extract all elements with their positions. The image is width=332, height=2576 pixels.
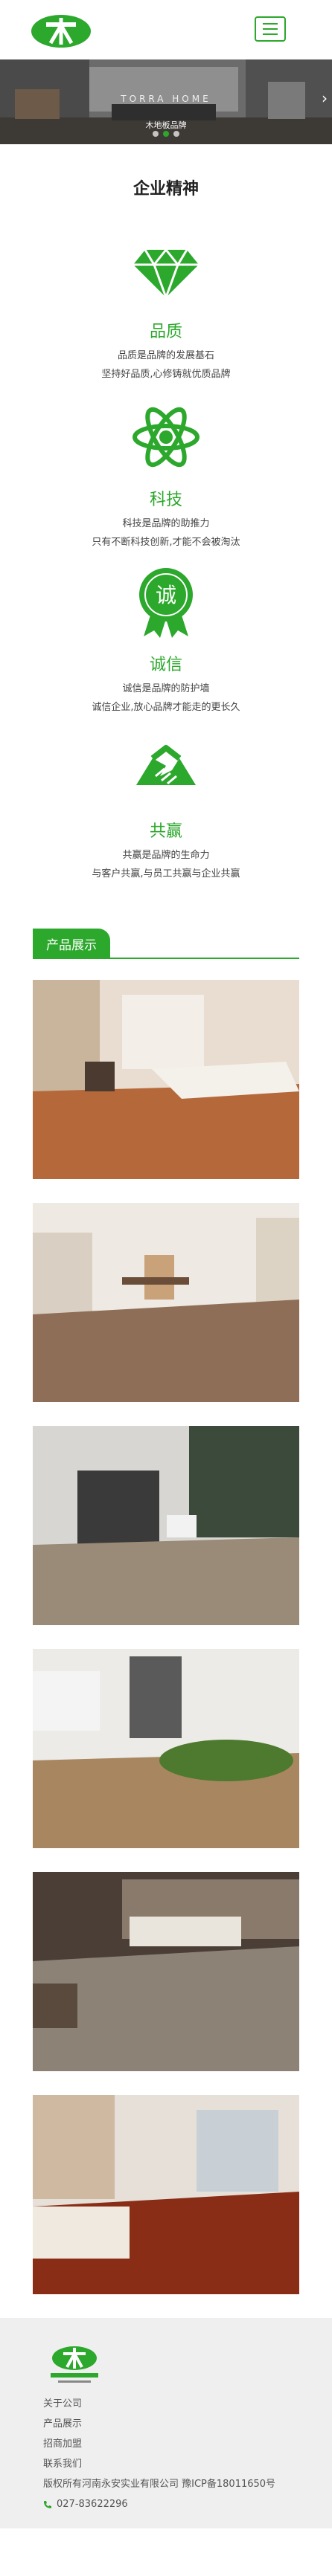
phone-icon bbox=[44, 2500, 51, 2508]
footer-phone-number: 027-83622296 bbox=[57, 2499, 128, 2510]
menu-icon-bar bbox=[263, 33, 278, 35]
footer: 关于公司 产品展示 招商加盟 联系我们 版权所有河南永安实业有限公司 豫ICP备… bbox=[0, 2318, 332, 2528]
products-title[interactable]: 产品展示 bbox=[33, 929, 110, 959]
value-win-win: 共赢 共赢是品牌的生命力 与客户共赢,与员工共赢与企业共赢 bbox=[0, 733, 332, 879]
carousel-dot[interactable] bbox=[173, 131, 179, 137]
product-list bbox=[33, 980, 299, 2294]
footer-link-about[interactable]: 关于公司 bbox=[43, 2394, 332, 2414]
footer-links: 关于公司 产品展示 招商加盟 联系我们 版权所有河南永安实业有限公司 豫ICP备… bbox=[43, 2394, 332, 2494]
value-title: 科技 bbox=[149, 491, 182, 509]
banner-subtitle: 木地板品牌 bbox=[145, 120, 187, 130]
value-title: 诚信 bbox=[149, 656, 182, 674]
banner-caption: TORRA HOME bbox=[121, 94, 211, 104]
diamond-icon bbox=[133, 248, 199, 301]
value-line: 与客户共赢,与员工共赢与企业共赢 bbox=[92, 868, 240, 879]
footer-link-franchise[interactable]: 招商加盟 bbox=[43, 2434, 332, 2454]
footer-link-products[interactable]: 产品展示 bbox=[43, 2414, 332, 2434]
product-card-3[interactable] bbox=[33, 1426, 299, 1625]
atom-icon bbox=[133, 407, 199, 468]
value-integrity: 诚 诚信 诚信是品牌的防护墙 诚信企业,放心品牌才能走的更长久 bbox=[0, 566, 332, 712]
footer-phone[interactable]: 027-83622296 bbox=[43, 2494, 332, 2514]
handshake-icon bbox=[136, 745, 196, 785]
footer-copyright: 版权所有河南永安实业有限公司 豫ICP备18011650号 bbox=[43, 2479, 276, 2490]
footer-logo bbox=[51, 2346, 98, 2383]
menu-icon-bar bbox=[263, 28, 278, 30]
product-card-4[interactable] bbox=[33, 1649, 299, 1848]
product-image bbox=[33, 1649, 299, 1848]
carousel-dot[interactable] bbox=[153, 131, 159, 137]
product-card-5[interactable] bbox=[33, 1872, 299, 2071]
product-card-6[interactable] bbox=[33, 2095, 299, 2294]
medal-icon: 诚 bbox=[139, 568, 193, 638]
product-image bbox=[33, 980, 299, 1179]
value-quality: 品质 品质是品牌的发展基石 坚持好品质,心修铸就优质品牌 bbox=[0, 233, 332, 379]
top-bar bbox=[0, 0, 332, 59]
value-technology: 科技 科技是品牌的助推力 只有不断科技创新,才能不会被淘汰 bbox=[0, 401, 332, 547]
value-line: 坚持好品质,心修铸就优质品牌 bbox=[101, 369, 231, 380]
value-line: 品质是品牌的发展基石 bbox=[117, 350, 214, 361]
value-line: 只有不断科技创新,才能不会被淘汰 bbox=[92, 537, 240, 548]
footer-link-contact[interactable]: 联系我们 bbox=[43, 2454, 332, 2474]
value-title: 品质 bbox=[149, 323, 182, 341]
hero-banner[interactable]: TORRA HOME 木地板品牌 › bbox=[0, 59, 332, 144]
carousel-dots bbox=[153, 131, 179, 137]
product-image bbox=[33, 1872, 299, 2071]
product-image bbox=[33, 1203, 299, 1402]
product-image bbox=[33, 2095, 299, 2294]
product-card-1[interactable] bbox=[33, 980, 299, 1179]
carousel-dot-active[interactable] bbox=[163, 131, 169, 137]
menu-icon-bar bbox=[263, 23, 278, 25]
value-title: 共赢 bbox=[149, 822, 182, 841]
value-line: 科技是品牌的助推力 bbox=[122, 518, 210, 529]
menu-button[interactable] bbox=[255, 16, 286, 42]
value-line: 诚信是品牌的防护墙 bbox=[122, 683, 210, 694]
value-line: 共赢是品牌的生命力 bbox=[122, 850, 210, 861]
product-card-2[interactable] bbox=[33, 1203, 299, 1402]
value-line: 诚信企业,放心品牌才能走的更长久 bbox=[92, 702, 240, 713]
medal-badge-text: 诚 bbox=[156, 583, 176, 607]
brand-logo[interactable] bbox=[30, 6, 92, 54]
section-title-spirit: 企业精神 bbox=[133, 180, 199, 198]
products-header: 产品展示 bbox=[33, 929, 299, 959]
product-image bbox=[33, 1426, 299, 1625]
chevron-right-icon[interactable]: › bbox=[322, 89, 328, 107]
